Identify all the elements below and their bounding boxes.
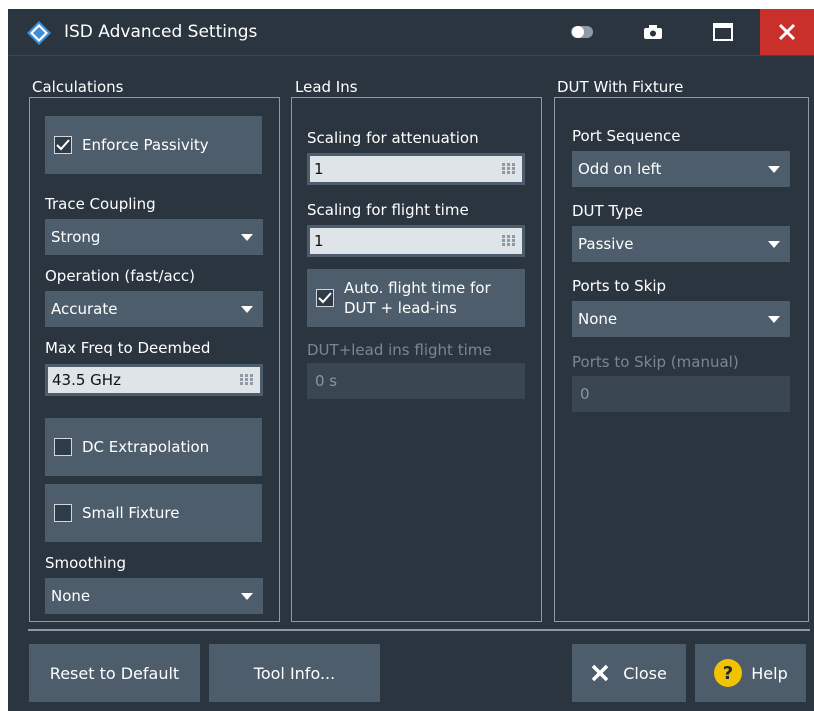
camera-icon[interactable] bbox=[638, 9, 668, 55]
auto-flight-time-label-line1: Auto. flight time for bbox=[344, 279, 491, 297]
enforce-passivity-label: Enforce Passivity bbox=[82, 136, 209, 154]
small-fixture-checkbox[interactable]: Small Fixture bbox=[45, 484, 262, 542]
dut-type-label: DUT Type bbox=[572, 202, 643, 220]
enforce-passivity-checkbox[interactable]: Enforce Passivity bbox=[45, 116, 262, 174]
port-sequence-label: Port Sequence bbox=[572, 127, 681, 145]
keypad-icon[interactable] bbox=[240, 374, 254, 386]
auto-flight-time-label-line2: DUT + lead-ins bbox=[344, 299, 457, 317]
scaling-attenuation-value: 1 bbox=[314, 160, 324, 178]
close-icon[interactable] bbox=[760, 9, 814, 55]
keypad-icon[interactable] bbox=[502, 235, 516, 247]
trace-coupling-dropdown[interactable]: Strong bbox=[45, 219, 263, 255]
operation-dropdown[interactable]: Accurate bbox=[45, 291, 263, 327]
dropdown-arrow-icon bbox=[241, 593, 253, 600]
dropdown-arrow-icon bbox=[768, 166, 780, 173]
checkbox-checked-icon bbox=[54, 136, 72, 154]
reset-to-default-button[interactable]: Reset to Default bbox=[29, 644, 200, 702]
svg-text:?: ? bbox=[723, 663, 733, 684]
dropdown-arrow-icon bbox=[241, 306, 253, 313]
dc-extrapolation-checkbox[interactable]: DC Extrapolation bbox=[45, 418, 262, 476]
lead-ins-header: Lead Ins bbox=[295, 78, 358, 96]
trace-coupling-value: Strong bbox=[51, 228, 101, 246]
toggle-icon[interactable] bbox=[568, 9, 598, 55]
scaling-flight-value: 1 bbox=[314, 232, 324, 250]
dut-fixture-group: Port Sequence Odd on left DUT Type Passi… bbox=[554, 97, 809, 622]
ports-to-skip-dropdown[interactable]: None bbox=[572, 301, 790, 337]
scaling-flight-input[interactable]: 1 bbox=[307, 225, 525, 257]
dropdown-arrow-icon bbox=[241, 234, 253, 241]
help-icon: ? bbox=[714, 659, 743, 687]
checkbox-unchecked-icon bbox=[54, 504, 72, 522]
dropdown-arrow-icon bbox=[768, 241, 780, 248]
dut-flight-label: DUT+lead ins flight time bbox=[307, 341, 492, 359]
calculations-group: Enforce Passivity Trace Coupling Strong … bbox=[29, 97, 280, 622]
ports-to-skip-label: Ports to Skip bbox=[572, 277, 667, 295]
auto-flight-time-label: Auto. flight time for DUT + lead-ins bbox=[344, 278, 491, 318]
maximize-icon[interactable] bbox=[708, 9, 738, 55]
operation-label: Operation (fast/acc) bbox=[45, 267, 196, 285]
dut-fixture-header: DUT With Fixture bbox=[557, 78, 684, 96]
port-sequence-dropdown[interactable]: Odd on left bbox=[572, 151, 790, 187]
dut-type-dropdown[interactable]: Passive bbox=[572, 226, 790, 262]
ports-to-skip-manual-value: 0 bbox=[580, 385, 590, 403]
help-button-label: Help bbox=[751, 663, 788, 683]
dut-type-value: Passive bbox=[578, 235, 634, 253]
dropdown-arrow-icon bbox=[768, 316, 780, 323]
close-button[interactable]: Close bbox=[572, 644, 686, 702]
scaling-attenuation-input[interactable]: 1 bbox=[307, 153, 525, 185]
keypad-icon[interactable] bbox=[502, 163, 516, 175]
ports-to-skip-manual-input: 0 bbox=[572, 376, 790, 412]
smoothing-label: Smoothing bbox=[45, 554, 127, 572]
title-bar[interactable]: ISD Advanced Settings bbox=[8, 9, 814, 56]
smoothing-dropdown[interactable]: None bbox=[45, 578, 263, 614]
max-freq-label: Max Freq to Deembed bbox=[45, 339, 211, 357]
help-button[interactable]: ? Help bbox=[695, 644, 806, 702]
max-freq-input[interactable]: 43.5 GHz bbox=[45, 364, 263, 396]
calculations-header: Calculations bbox=[32, 78, 124, 96]
footer-divider bbox=[28, 629, 810, 631]
rs-logo-icon bbox=[27, 21, 51, 45]
close-x-icon bbox=[591, 664, 609, 682]
trace-coupling-label: Trace Coupling bbox=[45, 195, 156, 213]
smoothing-value: None bbox=[51, 587, 91, 605]
auto-flight-time-checkbox[interactable]: Auto. flight time for DUT + lead-ins bbox=[307, 269, 525, 327]
close-button-label: Close bbox=[623, 663, 667, 683]
lead-ins-group: Scaling for attenuation 1 Scaling for fl… bbox=[291, 97, 542, 622]
ports-to-skip-value: None bbox=[578, 310, 618, 328]
tool-info-button[interactable]: Tool Info... bbox=[209, 644, 380, 702]
scaling-flight-label: Scaling for flight time bbox=[307, 201, 469, 219]
dc-extrapolation-label: DC Extrapolation bbox=[82, 438, 210, 456]
isd-advanced-settings-window: ISD Advanced Settings Calculations Lead … bbox=[8, 9, 814, 711]
dut-flight-value: 0 s bbox=[315, 372, 338, 390]
checkbox-checked-icon bbox=[316, 289, 334, 307]
window-title: ISD Advanced Settings bbox=[64, 22, 258, 42]
dut-flight-input: 0 s bbox=[307, 363, 525, 399]
scaling-attenuation-label: Scaling for attenuation bbox=[307, 129, 479, 147]
port-sequence-value: Odd on left bbox=[578, 160, 662, 178]
max-freq-value: 43.5 GHz bbox=[52, 371, 121, 389]
checkbox-unchecked-icon bbox=[54, 438, 72, 456]
small-fixture-label: Small Fixture bbox=[82, 504, 180, 522]
ports-to-skip-manual-label: Ports to Skip (manual) bbox=[572, 353, 739, 371]
operation-value: Accurate bbox=[51, 300, 118, 318]
